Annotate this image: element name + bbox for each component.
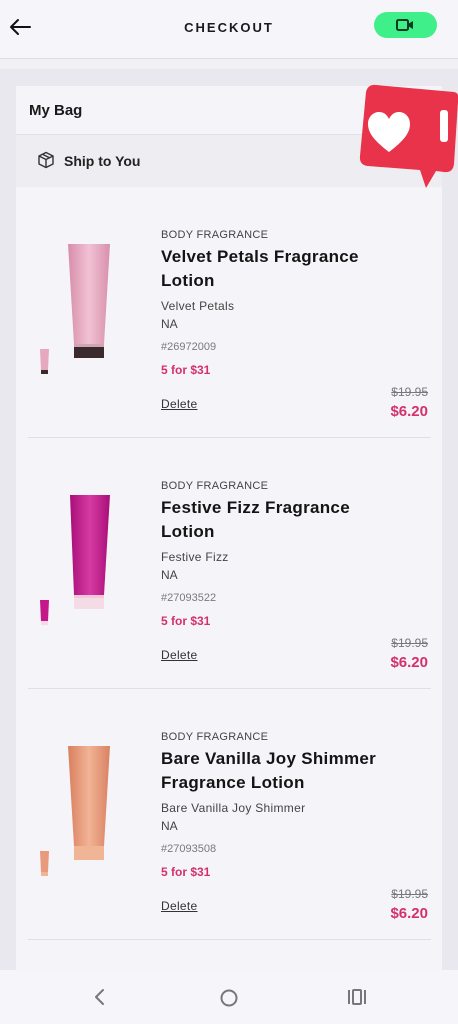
package-box-icon — [38, 151, 54, 169]
product-image[interactable] — [66, 495, 112, 611]
product-variant: Velvet Petals — [161, 299, 235, 313]
promo-label: 5 for $31 — [161, 363, 211, 377]
bag-item: BODY FRAGRANCE Festive Fizz Fragrance Lo… — [28, 438, 431, 689]
my-bag-title: My Bag — [29, 102, 83, 119]
product-sku: #27093522 — [161, 592, 217, 604]
product-name[interactable]: Velvet Petals Fragrance Lotion — [161, 245, 381, 293]
sale-price: $6.20 — [390, 654, 428, 671]
product-thumbnail[interactable] — [40, 349, 49, 375]
product-thumbnail[interactable] — [40, 851, 49, 877]
nav-home-icon[interactable] — [219, 988, 239, 1008]
original-price: $19.95 — [391, 636, 428, 650]
nav-recent-apps-icon[interactable] — [347, 988, 367, 1006]
promo-label: 5 for $31 — [161, 865, 211, 879]
product-image[interactable] — [66, 746, 112, 862]
product-variant: Festive Fizz — [161, 550, 229, 564]
video-camera-icon — [396, 19, 413, 31]
ship-to-you-label: Ship to You — [64, 153, 141, 169]
product-size: NA — [161, 819, 178, 833]
product-thumbnail[interactable] — [40, 600, 49, 626]
product-category: BODY FRAGRANCE — [161, 229, 269, 241]
product-name[interactable]: Bare Vanilla Joy Shimmer Fragrance Lotio… — [161, 747, 381, 795]
delete-link[interactable]: Delete — [161, 397, 198, 411]
header-divider-band — [0, 59, 458, 69]
product-size: NA — [161, 317, 178, 331]
bag-item: BODY FRAGRANCE Bare Vanilla Joy Shimmer … — [28, 689, 431, 940]
original-price: $19.95 — [391, 887, 428, 901]
product-sku: #27093508 — [161, 843, 217, 855]
product-sku: #26972009 — [161, 341, 217, 353]
bag-card: My Bag Ship to You BODY FRAGRANCE Velvet… — [16, 86, 442, 986]
product-category: BODY FRAGRANCE — [161, 480, 269, 492]
video-record-button[interactable] — [374, 12, 437, 38]
delete-link[interactable]: Delete — [161, 648, 198, 662]
bag-item: BODY FRAGRANCE Velvet Petals Fragrance L… — [28, 187, 431, 438]
product-category: BODY FRAGRANCE — [161, 731, 269, 743]
original-price: $19.95 — [391, 385, 428, 399]
product-name[interactable]: Festive Fizz Fragrance Lotion — [161, 496, 381, 544]
bag-items-list: BODY FRAGRANCE Velvet Petals Fragrance L… — [16, 187, 442, 940]
product-variant: Bare Vanilla Joy Shimmer — [161, 801, 306, 815]
nav-back-icon[interactable] — [92, 988, 108, 1006]
sale-price: $6.20 — [390, 403, 428, 420]
promo-label: 5 for $31 — [161, 614, 211, 628]
sale-price: $6.20 — [390, 905, 428, 922]
product-size: NA — [161, 568, 178, 582]
delete-link[interactable]: Delete — [161, 899, 198, 913]
top-app-bar: CHECKOUT — [0, 0, 458, 59]
system-navigation-bar — [0, 970, 458, 1024]
product-image[interactable] — [66, 244, 112, 360]
heart-like-sticker-icon — [359, 84, 458, 188]
